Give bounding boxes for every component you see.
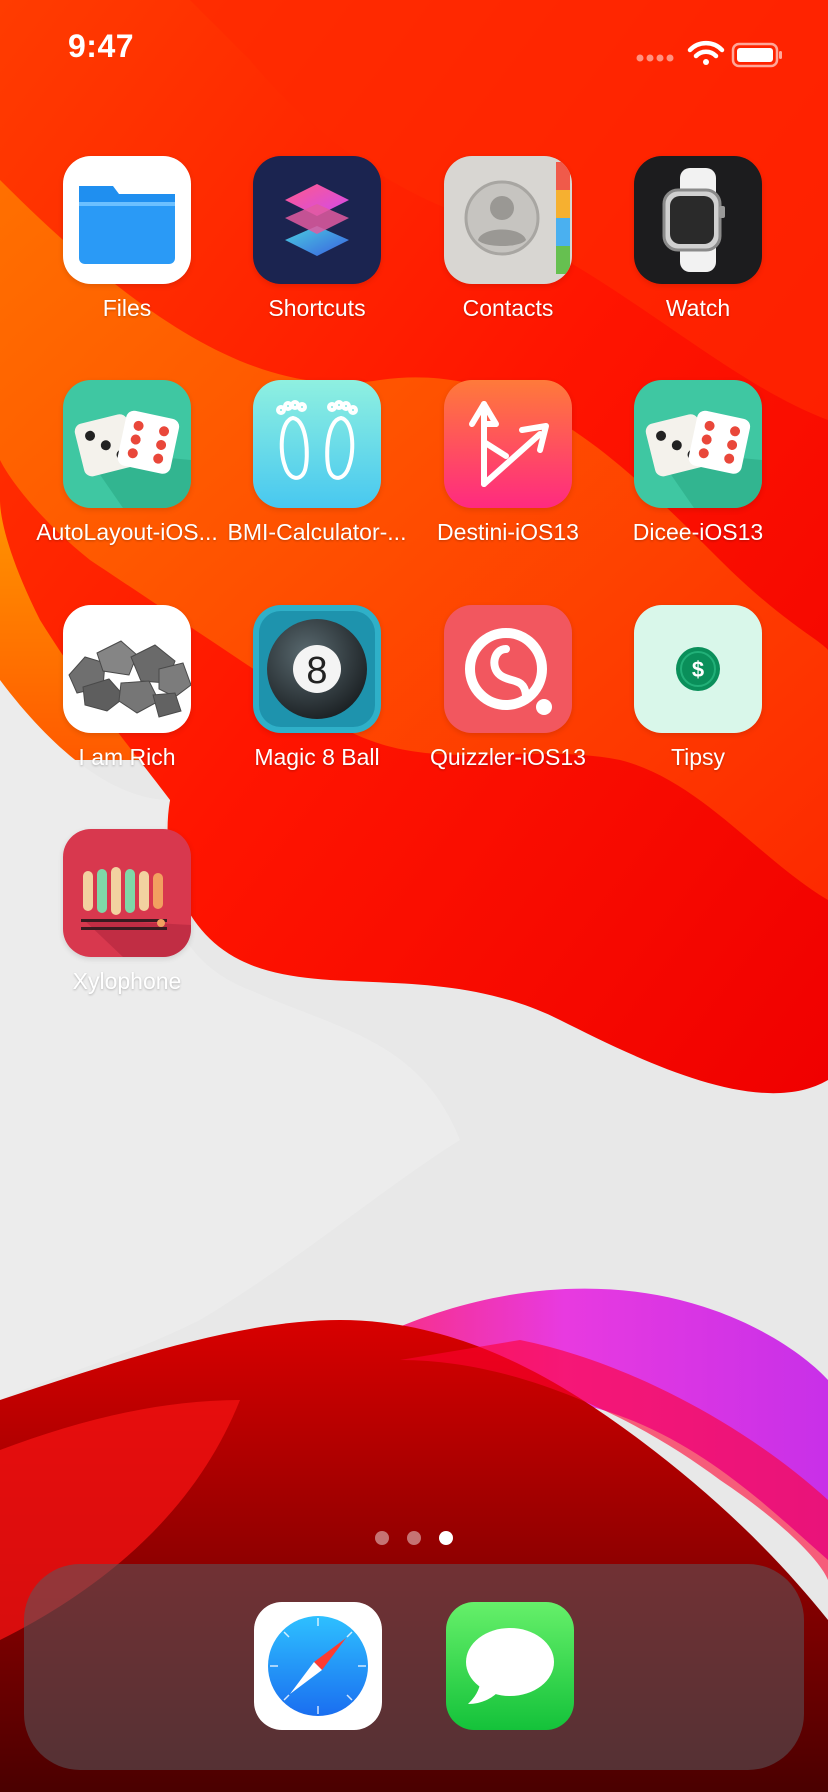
- wifi-icon: [687, 40, 725, 65]
- page-dot-2[interactable]: [407, 1531, 421, 1545]
- svg-text:8: 8: [306, 650, 327, 692]
- svg-text:$: $: [692, 657, 704, 682]
- page-dot-3[interactable]: [439, 1531, 453, 1545]
- app-label: Quizzler-iOS13: [430, 744, 586, 770]
- dollar-coin-icon: $: [634, 605, 762, 733]
- app-bmi-calculator[interactable]: BMI-Calculator-...: [222, 380, 412, 560]
- rocks-icon: [63, 605, 191, 733]
- app-destini[interactable]: Destini-iOS13: [413, 380, 603, 560]
- app-label: Tipsy: [670, 744, 726, 770]
- dock: [24, 1564, 804, 1770]
- app-dicee[interactable]: Dicee-iOS13: [603, 380, 793, 560]
- app-autolayout[interactable]: AutoLayout-iOS...: [32, 380, 222, 560]
- app-tipsy[interactable]: $ Tipsy: [603, 605, 793, 785]
- app-files[interactable]: Files: [32, 156, 222, 336]
- page-dot-1[interactable]: [375, 1531, 389, 1545]
- app-watch[interactable]: Watch: [603, 156, 793, 336]
- app-shortcuts[interactable]: Shortcuts: [222, 156, 412, 336]
- app-quizzler[interactable]: Quizzler-iOS13: [413, 605, 603, 785]
- battery-icon: [731, 42, 782, 68]
- app-magic-8-ball[interactable]: 8 Magic 8 Ball: [222, 605, 412, 785]
- quizzler-spiral-icon: [444, 605, 572, 733]
- app-contacts[interactable]: Contacts: [413, 156, 603, 336]
- footprints-icon: [253, 380, 381, 508]
- files-folder-icon: [63, 156, 191, 284]
- home-screen: 9:47 Files Shortcuts Contacts Watch Auto…: [0, 0, 828, 1792]
- safari-compass-icon: [254, 1602, 382, 1730]
- xylophone-icon: [63, 829, 191, 957]
- app-label: I am Rich: [78, 744, 176, 770]
- app-label: Files: [102, 295, 152, 321]
- dice-icon: [634, 380, 762, 508]
- destini-arrows-icon: [444, 380, 572, 508]
- dock-app-safari[interactable]: [254, 1602, 382, 1730]
- app-label: Magic 8 Ball: [254, 744, 380, 770]
- contacts-icon: [444, 156, 572, 284]
- app-label: Destini-iOS13: [437, 519, 579, 545]
- app-label: BMI-Calculator-...: [227, 519, 407, 545]
- status-icons: [618, 36, 798, 68]
- app-label: Shortcuts: [268, 295, 366, 321]
- dice-icon: [63, 380, 191, 508]
- status-bar: 9:47: [0, 0, 828, 100]
- watch-icon: [634, 156, 762, 284]
- status-time: 9:47: [68, 28, 135, 64]
- app-xylophone[interactable]: Xylophone: [32, 829, 222, 1009]
- app-label: Contacts: [462, 295, 554, 321]
- app-i-am-rich[interactable]: I am Rich: [32, 605, 222, 785]
- app-label: Dicee-iOS13: [632, 519, 764, 545]
- cellular-signal-icon: [636, 54, 674, 62]
- app-label: AutoLayout-iOS...: [36, 519, 218, 545]
- messages-bubble-icon: [446, 1602, 574, 1730]
- page-indicator[interactable]: [0, 1531, 828, 1551]
- shortcuts-icon: [253, 156, 381, 284]
- app-label: Watch: [665, 295, 731, 321]
- app-label: Xylophone: [72, 968, 182, 994]
- eight-ball-icon: 8: [253, 605, 381, 733]
- dock-app-messages[interactable]: [446, 1602, 574, 1730]
